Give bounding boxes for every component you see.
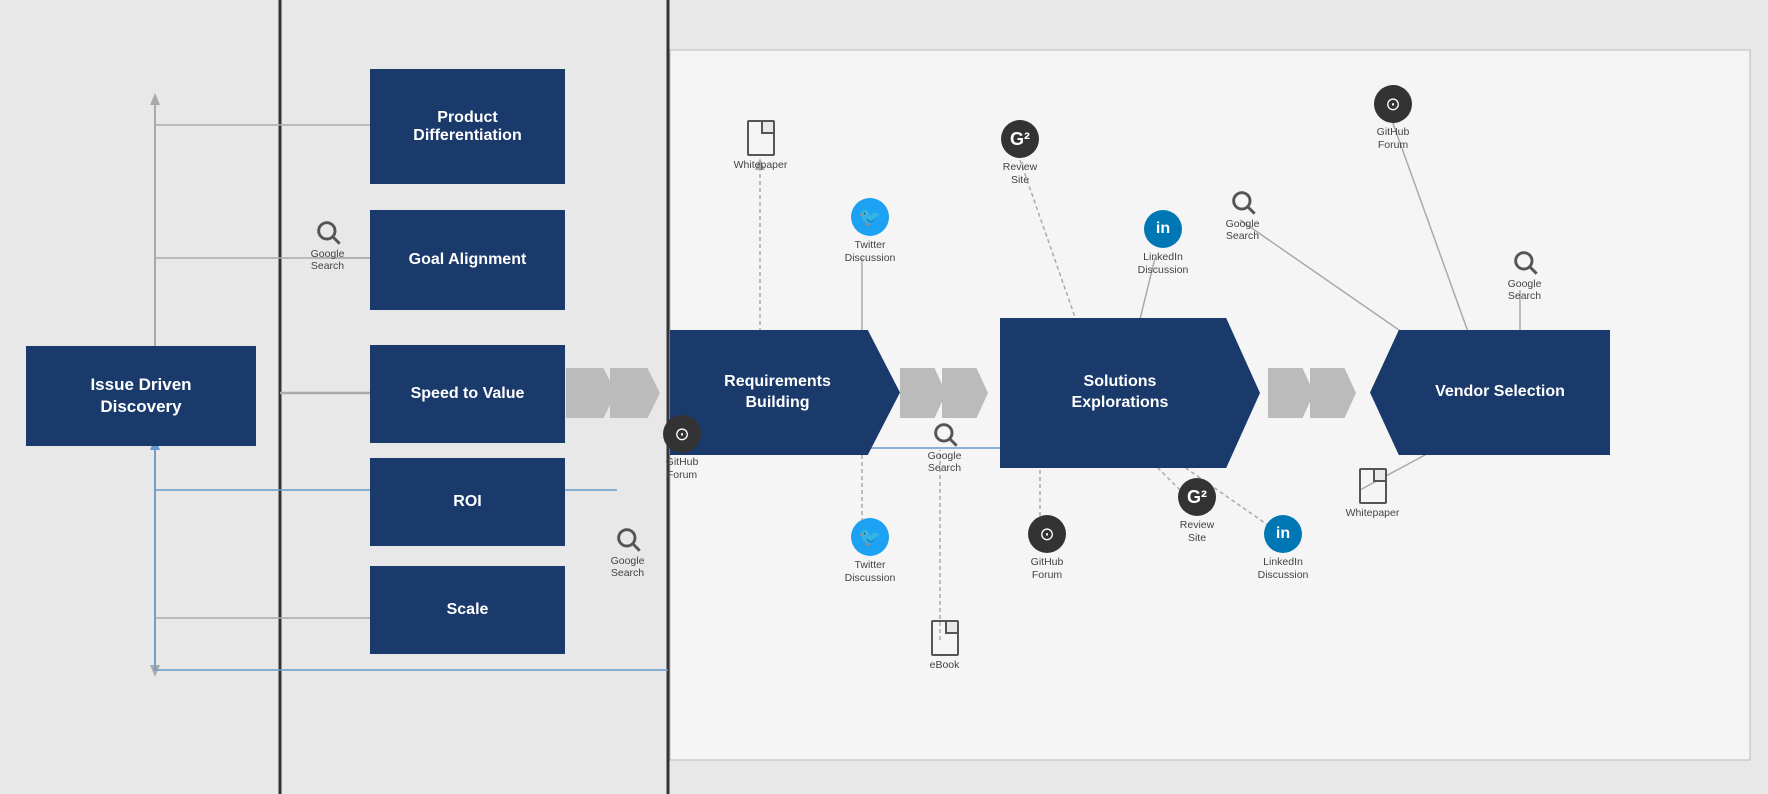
arrow-sol-to-vendor-1 [1268,368,1314,418]
twitter-discussion-node-2: 🐦 Twitter Discussion [835,518,905,584]
google-search-node-1: Google Search [295,218,360,272]
google-search-node-5: Google Search [595,525,660,579]
linkedin-discussion-node-2: in LinkedIn Discussion [1248,515,1318,581]
whitepaper-node-2: Whitepaper [1340,468,1405,519]
diagram-container: Issue Driven Discovery Product Different… [0,0,1768,794]
solutions-explorations-box: Solutions Explorations [1000,318,1260,468]
arrow-req-to-sol-2 [942,368,988,418]
github-forum-node-1: ⊙ GitHub Forum [1358,85,1428,151]
arrow-speed-to-req-left [566,368,616,418]
github-forum-node-3: ⊙ GitHub Forum [1012,515,1082,581]
whitepaper-node-1: Whitepaper [728,120,793,171]
google-search-node-2: Google Search [1210,188,1275,242]
vendor-selection-box: Vendor Selection [1370,330,1610,455]
arrow-req-to-sol-1 [900,368,946,418]
product-differentiation-box: Product Differentiation [370,69,565,184]
ebook-node: eBook [912,620,977,671]
linkedin-discussion-node-1: in LinkedIn Discussion [1128,210,1198,276]
review-site-node-2: G² Review Site [1162,478,1232,544]
arrow-sol-to-vendor-2 [1310,368,1356,418]
roi-box: ROI [370,458,565,546]
github-forum-node-2: ⊙ GitHub Forum [647,415,717,481]
twitter-discussion-node-1: 🐦 Twitter Discussion [835,198,905,264]
google-search-node-3: Google Search [1492,248,1557,302]
google-search-node-4: Google Search [912,420,977,474]
scale-box: Scale [370,566,565,654]
review-site-node-1: G² Review Site [985,120,1055,186]
goal-alignment-box: Goal Alignment [370,210,565,310]
speed-to-value-box: Speed to Value [370,345,565,443]
arrow-speed-to-req-mid [610,368,660,418]
issue-driven-discovery-box: Issue Driven Discovery [26,346,256,446]
